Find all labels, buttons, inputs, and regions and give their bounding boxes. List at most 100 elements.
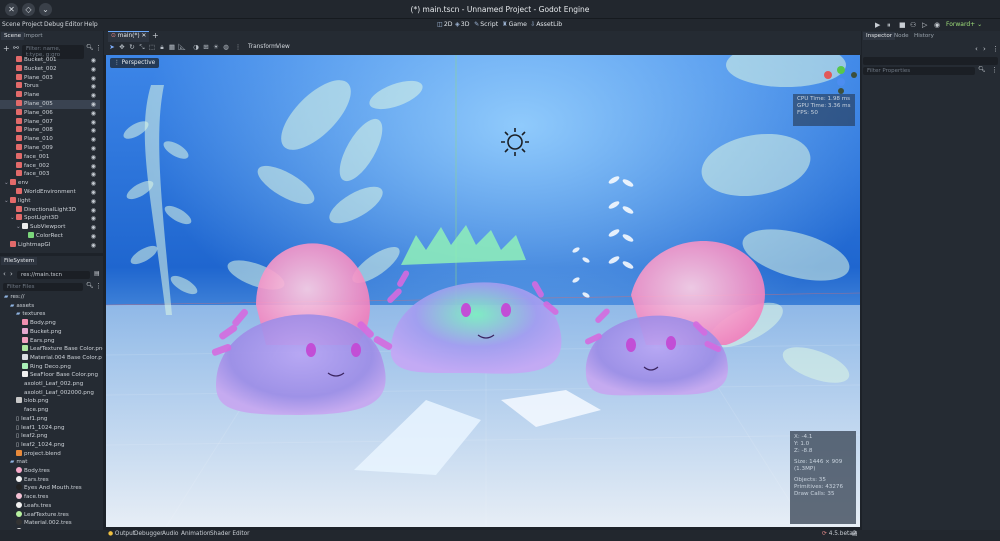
- link-icon[interactable]: ⚯: [13, 44, 19, 52]
- more-icon[interactable]: ⋮: [95, 282, 102, 290]
- snap-icon[interactable]: ⊞: [202, 43, 210, 52]
- tab-import[interactable]: Import: [21, 32, 46, 40]
- back-icon[interactable]: ‹: [3, 270, 6, 278]
- visibility-icon[interactable]: ◉: [91, 188, 96, 197]
- tab-shader-editor[interactable]: Shader Editor: [210, 531, 250, 537]
- selectable-tool-icon[interactable]: ⬚: [148, 43, 156, 52]
- inspector-more-icon[interactable]: ⋮: [992, 45, 999, 53]
- file-item[interactable]: LeafTexture.tres: [0, 510, 100, 520]
- search-icon[interactable]: 🔍︎: [978, 66, 986, 73]
- visibility-icon[interactable]: ◉: [91, 56, 96, 65]
- expand-arrow-icon[interactable]: ⌄: [16, 223, 21, 232]
- workspace-2d[interactable]: ◫2D: [437, 21, 453, 28]
- file-item[interactable]: axolotl_Leaf_002000.png: [0, 389, 100, 398]
- workspace-assetlib[interactable]: ⇩AssetLib: [530, 21, 562, 28]
- file-item[interactable]: Ears.tres: [0, 475, 100, 485]
- file-item[interactable]: axolotl_Leaf_002.png: [0, 380, 100, 389]
- visibility-icon[interactable]: ◉: [91, 144, 96, 153]
- file-item[interactable]: ▰ textures: [0, 310, 100, 319]
- move-tool-icon[interactable]: ✥: [118, 43, 126, 52]
- play-scene-icon[interactable]: ▷: [922, 21, 927, 29]
- inspector-options-icon[interactable]: ⋮: [991, 66, 998, 74]
- lock-icon[interactable]: 🔒︎: [158, 43, 166, 52]
- menu-help[interactable]: Help: [84, 21, 98, 28]
- movie-icon[interactable]: ◉: [934, 21, 940, 29]
- scene-node[interactable]: Plane_009 ◉: [0, 144, 100, 153]
- file-item[interactable]: Ring Deco.png: [0, 362, 100, 372]
- file-item[interactable]: ▰ assets: [0, 302, 100, 311]
- ruler-icon[interactable]: 📐︎: [178, 43, 186, 52]
- scene-node[interactable]: face_002 ◉: [0, 161, 100, 171]
- scene-node[interactable]: ⌄ SubViewport ◉: [0, 223, 100, 232]
- scene-node[interactable]: WorldEnvironment ◉: [0, 188, 100, 197]
- visibility-icon[interactable]: ◉: [91, 214, 96, 223]
- workspace-script[interactable]: ✎Script: [474, 21, 498, 28]
- file-item[interactable]: ▯ leaf2_1024.png: [0, 441, 100, 450]
- file-item[interactable]: Material.002.tres: [0, 519, 100, 528]
- search-icon[interactable]: 🔍︎: [86, 282, 94, 289]
- scene-node[interactable]: ColorRect ◉: [0, 232, 100, 241]
- file-item[interactable]: Material.004 Base Color.p: [0, 353, 102, 363]
- file-item[interactable]: project.blend: [0, 449, 100, 459]
- tab-output[interactable]: ● Output: [108, 531, 135, 537]
- scene-node[interactable]: Plane_008 ◉: [0, 126, 100, 135]
- scene-node[interactable]: Plane_003 ◉: [0, 73, 100, 83]
- scene-node[interactable]: Bucket_001 ◉: [0, 56, 100, 65]
- transform-menu[interactable]: Transform: [248, 44, 277, 50]
- play-icon[interactable]: ▶: [875, 21, 880, 29]
- workspace-game[interactable]: ♜Game: [502, 21, 527, 28]
- add-tab-icon[interactable]: +: [152, 31, 159, 40]
- path-field[interactable]: res://main.tscn: [17, 271, 90, 279]
- file-item[interactable]: ▯ leaf1.png: [0, 415, 100, 424]
- visibility-icon[interactable]: ◉: [91, 65, 96, 74]
- expand-arrow-icon[interactable]: ⌄: [4, 197, 9, 206]
- visibility-icon[interactable]: ◉: [91, 241, 96, 250]
- visibility-icon[interactable]: ◉: [91, 170, 96, 179]
- menu-project[interactable]: Project: [22, 21, 43, 28]
- history-back-icon[interactable]: ‹: [975, 45, 978, 53]
- file-item[interactable]: Leafs.tres: [0, 501, 100, 511]
- tab-animation[interactable]: Animation: [181, 531, 211, 537]
- visibility-icon[interactable]: ◉: [91, 232, 96, 241]
- scene-node[interactable]: ⌄ light ◉: [0, 196, 100, 206]
- visibility-icon[interactable]: ◉: [91, 179, 96, 188]
- perspective-menu[interactable]: ⋮ Perspective: [110, 58, 160, 68]
- stop-icon[interactable]: ■: [899, 21, 906, 29]
- visibility-icon[interactable]: ◉: [91, 206, 96, 215]
- visibility-icon[interactable]: ◉: [91, 162, 96, 171]
- rotate-tool-icon[interactable]: ↻: [128, 43, 136, 52]
- 3d-viewport[interactable]: [106, 55, 860, 527]
- file-item[interactable]: Material.004.tres: [0, 527, 100, 529]
- file-item[interactable]: LeafTexture Base Color.png: [0, 345, 103, 354]
- menu-scene[interactable]: Scene: [2, 21, 20, 28]
- visibility-icon[interactable]: ◉: [91, 223, 96, 232]
- visibility-icon[interactable]: ◉: [91, 74, 96, 83]
- visibility-icon[interactable]: ◉: [91, 91, 96, 100]
- visibility-icon[interactable]: ◉: [91, 135, 96, 144]
- close-tab-icon[interactable]: ✕: [141, 33, 146, 39]
- scene-node[interactable]: Plane_005 ◉: [0, 100, 100, 109]
- file-item[interactable]: Body.tres: [0, 467, 100, 476]
- object-selector[interactable]: [863, 57, 998, 65]
- panel-toggle-icon[interactable]: ▤: [852, 531, 857, 537]
- tab-debugger[interactable]: Debugger: [134, 531, 163, 537]
- tab-filesystem[interactable]: FileSystem: [1, 257, 38, 265]
- file-item[interactable]: Bucket.png: [0, 327, 100, 337]
- group-icon[interactable]: ▦: [168, 43, 176, 52]
- file-filter-input[interactable]: Filter Files: [3, 283, 83, 291]
- visibility-icon[interactable]: ◉: [91, 197, 96, 206]
- file-item[interactable]: face.png: [0, 406, 100, 415]
- scene-node[interactable]: ⌄ env ◉: [0, 179, 100, 188]
- scene-node[interactable]: Torus ◉: [0, 82, 100, 91]
- scene-node[interactable]: face_001 ◉: [0, 152, 100, 162]
- file-item[interactable]: ▯ leaf1_1024.png: [0, 424, 100, 433]
- more-icon[interactable]: ⋮: [95, 44, 102, 52]
- file-item[interactable]: SeaFloor Base Color.png: [0, 371, 100, 380]
- expand-arrow-icon[interactable]: ⌄: [4, 179, 9, 188]
- pause-icon[interactable]: ⏸: [887, 21, 891, 30]
- renderer-select[interactable]: Forward+ ⌄: [946, 21, 982, 28]
- file-item[interactable]: ▯ leaf2.png: [0, 432, 100, 441]
- visibility-icon[interactable]: ◉: [91, 118, 96, 127]
- more-options-icon[interactable]: ⋮: [234, 43, 242, 52]
- scene-node[interactable]: Plane ◉: [0, 91, 100, 100]
